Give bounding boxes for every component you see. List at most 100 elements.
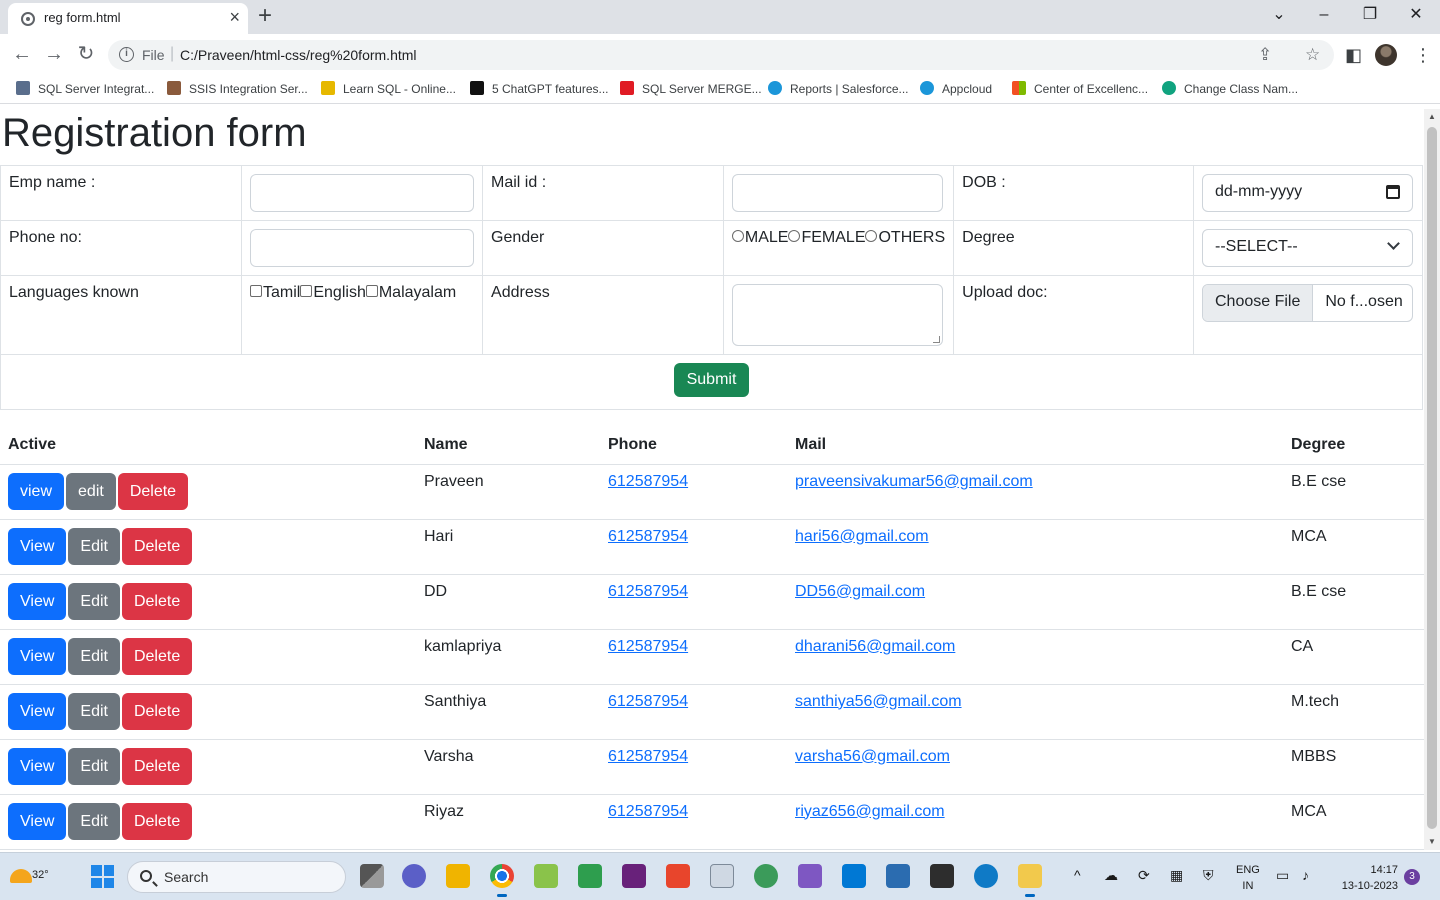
delete-button[interactable]: Delete [117,472,189,510]
scroll-down-icon[interactable]: ▼ [1428,837,1436,846]
degree-select[interactable]: --SELECT-- [1202,229,1413,267]
profile-avatar[interactable] [1375,44,1397,66]
mail-link[interactable]: DD56@gmail.com [795,583,925,600]
view-button[interactable]: View [8,527,67,565]
bookmark-item[interactable]: Learn SQL - Online... [321,81,456,96]
visual-studio-icon[interactable] [622,864,646,888]
security-icon[interactable]: ⛨ [1203,867,1214,884]
side-panel-icon[interactable]: ◧ [1345,43,1362,67]
edit-button[interactable]: Edit [68,582,120,620]
info-icon[interactable]: i [119,47,134,62]
file-input[interactable]: Choose File No f...osen [1202,284,1413,322]
start-button[interactable] [91,865,114,888]
cloud-offline-icon[interactable]: ☁ [1104,867,1118,884]
address-bar[interactable]: i File | C:/Praveen/html-css/reg%20form.… [108,40,1334,70]
delete-button[interactable]: Delete [121,802,193,840]
bookmark-item[interactable]: Center of Excellenc... [1012,81,1148,96]
bookmark-item[interactable]: Appcloud [920,81,992,96]
view-button[interactable]: View [8,802,67,840]
edit-button[interactable]: Edit [68,637,120,675]
phone-link[interactable]: 612587954 [608,583,688,600]
edge-icon[interactable] [974,864,998,888]
reload-icon[interactable]: ↻ [73,42,99,66]
bookmark-item[interactable]: SQL Server MERGE... [620,81,762,96]
mail-link[interactable]: praveensivakumar56@gmail.com [795,473,1033,490]
new-tab-icon[interactable]: + [258,2,272,30]
notepad-plus-icon[interactable] [534,864,558,888]
chrome-icon[interactable] [490,864,514,897]
browser-tab[interactable]: reg form.html × [8,3,248,34]
edit-button[interactable]: Edit [68,747,120,785]
mail-link[interactable]: santhiya56@gmail.com [795,693,962,710]
weather-widget[interactable]: 32° [10,861,49,887]
phone-link[interactable]: 612587954 [608,638,688,655]
app-tray-icon[interactable]: ▦ [1170,867,1183,884]
task-view-icon[interactable] [360,864,384,888]
emp-name-input[interactable] [250,174,475,212]
close-window-icon[interactable]: ✕ [1404,4,1428,26]
browser-app-icon[interactable] [754,864,778,888]
visual-studio-purple-icon[interactable] [798,864,822,888]
delete-button[interactable]: Delete [121,582,193,620]
page-scrollbar[interactable]: ▲ ▼ [1424,109,1440,850]
checkbox-english[interactable] [300,285,313,297]
sync-icon[interactable]: ⟳ [1138,867,1150,884]
file-viewer-icon[interactable] [1018,864,1042,897]
mail-link[interactable]: hari56@gmail.com [795,528,929,545]
notepad-icon[interactable] [886,864,910,888]
tab-search-icon[interactable]: ⌄ [1267,4,1291,26]
radio-male[interactable] [731,230,744,242]
volume-icon[interactable]: ♪ [1302,867,1309,883]
mail-link[interactable]: riyaz656@gmail.com [795,803,945,820]
bookmark-item[interactable]: 5 ChatGPT features... [470,81,609,96]
radio-female[interactable] [788,230,801,242]
taskbar-search[interactable]: Search [127,861,346,893]
delete-button[interactable]: Delete [121,527,193,565]
excel-tool-icon[interactable] [578,864,602,888]
remote-desktop-icon[interactable] [710,864,734,888]
address-textarea[interactable] [731,284,943,346]
mail-link[interactable]: dharani56@gmail.com [795,638,955,655]
bookmark-star-icon[interactable]: ☆ [1305,45,1320,65]
radio-others[interactable] [865,230,878,242]
forward-icon[interactable]: → [41,42,67,66]
share-icon[interactable]: ⇪ [1258,45,1272,65]
minimize-icon[interactable]: – [1312,4,1336,26]
delete-button[interactable]: Delete [121,747,193,785]
view-button[interactable]: view [8,472,65,510]
mail-input[interactable] [731,174,943,212]
phone-input[interactable] [250,229,475,267]
bookmark-item[interactable]: SSIS Integration Ser... [167,81,308,96]
git-icon[interactable] [666,864,690,888]
scroll-thumb[interactable] [1427,127,1437,829]
checkbox-malayalam[interactable] [365,285,378,297]
terminal-icon[interactable] [930,864,954,888]
notification-badge[interactable]: 3 [1404,869,1420,885]
edit-button[interactable]: Edit [68,527,120,565]
edit-button[interactable]: Edit [68,692,120,730]
language-indicator[interactable]: ENG IN [1236,862,1260,894]
close-tab-icon[interactable]: × [229,7,240,27]
phone-link[interactable]: 612587954 [608,528,688,545]
file-explorer-icon[interactable] [446,864,470,888]
edit-button[interactable]: Edit [68,802,120,840]
delete-button[interactable]: Delete [121,692,193,730]
bookmark-item[interactable]: Change Class Nam... [1162,81,1298,96]
mail-link[interactable]: varsha56@gmail.com [795,748,950,765]
back-icon[interactable]: ← [9,42,35,66]
system-clock[interactable]: 14:17 13-10-2023 [1334,862,1398,894]
vscode-icon[interactable] [842,864,866,888]
edit-button[interactable]: edit [66,472,116,510]
show-hidden-icons-icon[interactable]: ^ [1074,867,1081,883]
bookmark-item[interactable]: Reports | Salesforce... [768,81,909,96]
submit-button[interactable]: Submit [673,363,750,397]
view-button[interactable]: View [8,637,67,675]
url-text[interactable]: C:/Praveen/html-css/reg%20form.html [180,47,417,63]
phone-link[interactable]: 612587954 [608,803,688,820]
chat-icon[interactable] [402,864,426,888]
delete-button[interactable]: Delete [121,637,193,675]
bookmark-item[interactable]: SQL Server Integrat... [16,81,154,96]
restore-icon[interactable]: ❐ [1358,4,1382,26]
scroll-up-icon[interactable]: ▲ [1428,112,1436,121]
view-button[interactable]: View [8,692,67,730]
